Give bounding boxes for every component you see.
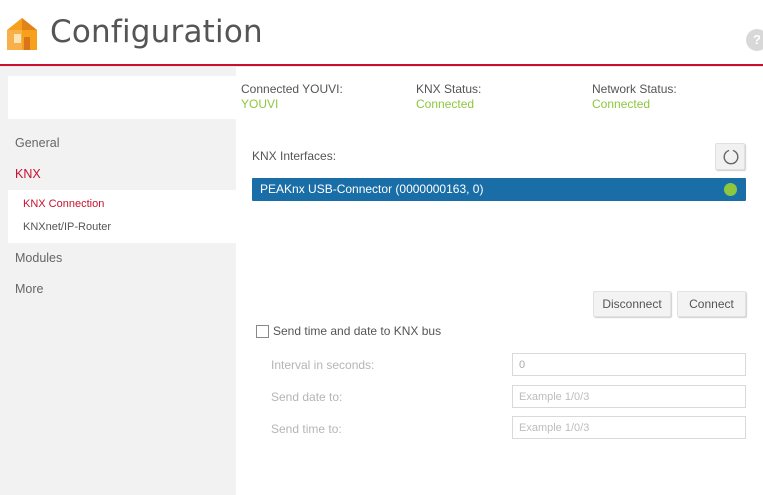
knx-interface-row[interactable]: PEAKnx USB-Connector (0000000163, 0): [252, 178, 746, 201]
network-status-label: Network Status:: [592, 82, 677, 96]
interval-input[interactable]: [512, 353, 746, 376]
send-date-input[interactable]: [512, 385, 746, 408]
knx-status: KNX Status: Connected: [416, 82, 481, 111]
house-logo-icon: [7, 18, 37, 50]
sidebar-item-more[interactable]: More: [8, 274, 236, 305]
knx-interface-name: PEAKnx USB-Connector (0000000163, 0): [260, 182, 484, 196]
disconnect-button[interactable]: Disconnect: [593, 291, 671, 317]
send-time-date-label[interactable]: Send time and date to KNX bus: [273, 324, 441, 338]
sidebar-subitem-knx-connection[interactable]: KNX Connection: [8, 193, 236, 216]
connected-status-dot-icon: [724, 183, 737, 196]
connect-button[interactable]: Connect: [677, 291, 746, 317]
sidebar-item-modules[interactable]: Modules: [8, 243, 236, 274]
youvi-status-label: Connected YOUVI:: [241, 82, 343, 96]
knx-interfaces-label: KNX Interfaces:: [252, 149, 337, 163]
sidebar-item-knx[interactable]: KNX: [8, 159, 236, 190]
youvi-status: Connected YOUVI: YOUVI: [241, 82, 343, 111]
network-status-value: Connected: [592, 97, 651, 111]
sidebar-item-general[interactable]: General: [8, 128, 236, 159]
send-time-label: Send time to:: [271, 422, 342, 436]
knx-status-label: KNX Status:: [416, 82, 482, 96]
page-title: Configuration: [50, 14, 263, 50]
help-icon[interactable]: ?: [746, 29, 763, 51]
sidebar-nav: General KNX KNX Connection KNXnet/IP-Rou…: [8, 128, 236, 305]
send-date-label: Send date to:: [271, 390, 343, 404]
refresh-icon: [723, 149, 739, 165]
send-time-input[interactable]: [512, 416, 746, 439]
youvi-status-value: YOUVI: [241, 97, 279, 111]
knx-status-value: Connected: [416, 97, 475, 111]
sidebar-submenu-knx: KNX Connection KNXnet/IP-Router: [8, 190, 236, 243]
network-status: Network Status: Connected: [592, 82, 677, 111]
sidebar-subitem-knxnet-ip-router[interactable]: KNXnet/IP-Router: [8, 216, 236, 239]
interval-label: Interval in seconds:: [271, 358, 375, 372]
send-time-date-checkbox[interactable]: [256, 325, 269, 338]
left-top-box: [8, 76, 236, 119]
refresh-button[interactable]: [715, 143, 745, 170]
app-header: Configuration ?: [0, 0, 763, 64]
